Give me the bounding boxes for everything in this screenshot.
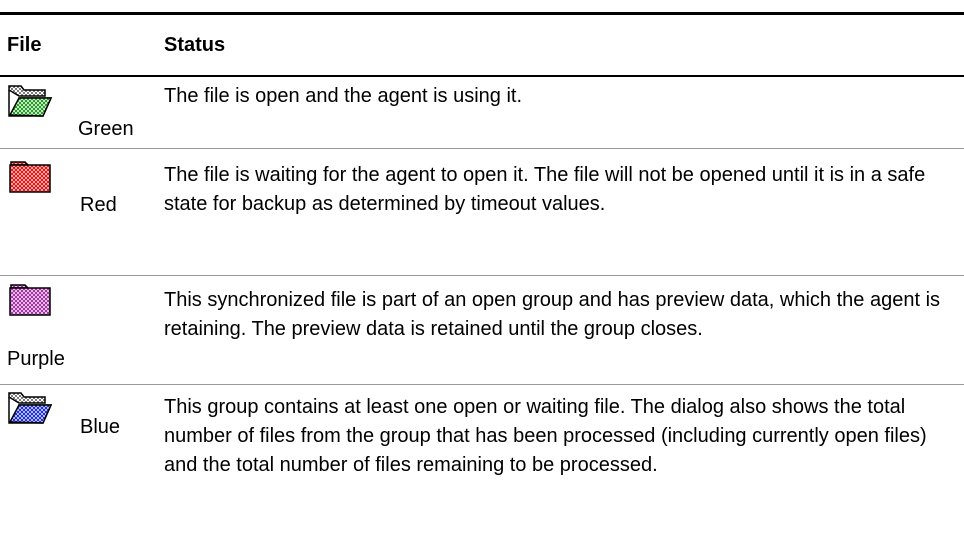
file-column-header: File	[7, 34, 42, 56]
table-row-green: Green The file is open and the agent is …	[0, 77, 964, 149]
table-row-red: Red The file is waiting for the agent to…	[0, 149, 964, 276]
red-folder-icon	[9, 161, 51, 193]
color-label: Blue	[80, 416, 121, 438]
status-text: This group contains at least one open or…	[164, 396, 927, 476]
green-folder-icon	[8, 85, 53, 117]
purple-folder-icon	[9, 284, 51, 316]
status-text: The file is waiting for the agent to ope…	[164, 164, 926, 215]
status-column-header: Status	[164, 34, 226, 56]
table-row-blue: Blue This group contains at least one op…	[0, 385, 964, 537]
color-label: Purple	[7, 348, 65, 370]
status-text: This synchronized file is part of an ope…	[164, 289, 941, 340]
blue-folder-icon	[8, 392, 53, 424]
table-header-row: File Status	[0, 15, 964, 77]
status-text: The file is open and the agent is using …	[164, 85, 523, 107]
table-row-purple: Purple This synchronized file is part of…	[0, 276, 964, 385]
color-label: Red	[80, 194, 117, 216]
color-label: Green	[78, 118, 134, 140]
